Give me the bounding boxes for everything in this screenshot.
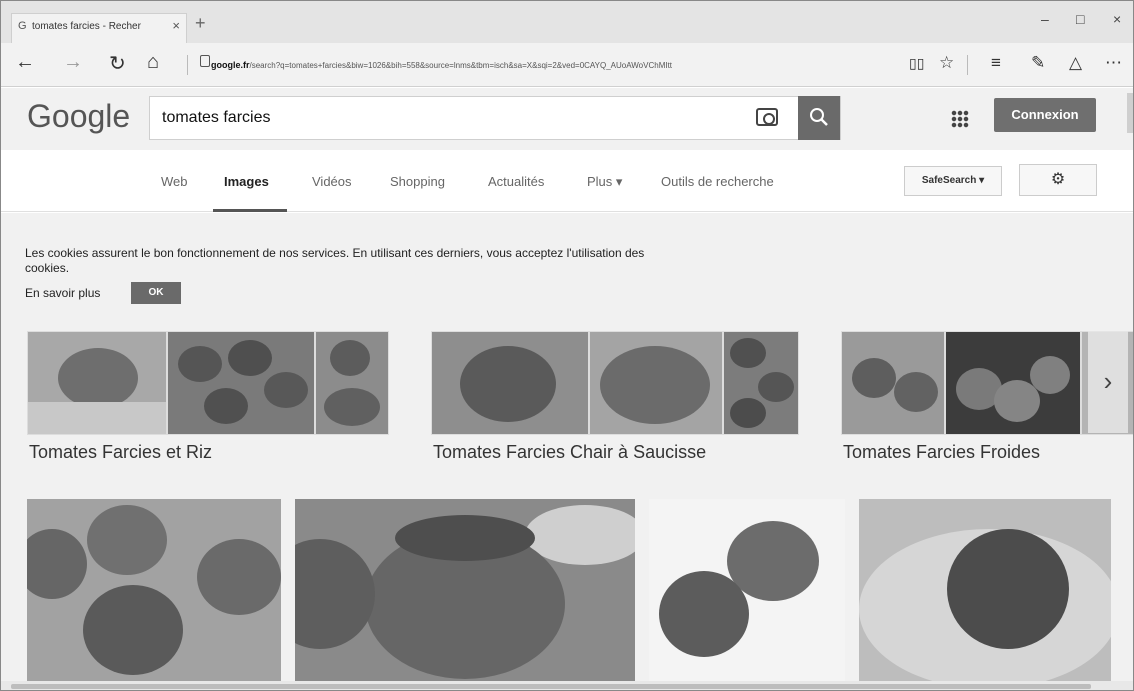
cookie-more-link[interactable]: En savoir plus: [25, 286, 100, 300]
tab-web[interactable]: Web: [161, 174, 188, 189]
browser-tab[interactable]: G tomates farcies - Recher ×: [11, 13, 187, 43]
connexion-button[interactable]: Connexion: [994, 98, 1096, 132]
image-result[interactable]: [295, 499, 635, 681]
thumbnail[interactable]: [841, 331, 945, 435]
active-tab-indicator: [213, 209, 287, 212]
favorite-star-icon[interactable]: ☆: [939, 53, 954, 73]
scrollbar-thumb[interactable]: [11, 684, 1091, 689]
tab-actualites[interactable]: Actualités: [488, 174, 544, 189]
cookie-ok-button[interactable]: OK: [131, 282, 181, 304]
tab-shopping[interactable]: Shopping: [390, 174, 445, 189]
search-input[interactable]: tomates farcies: [149, 96, 841, 140]
tab-images[interactable]: Images: [224, 174, 269, 189]
close-window-icon[interactable]: ×: [1113, 11, 1121, 27]
web-note-icon[interactable]: ✎: [1031, 53, 1045, 73]
new-tab-icon[interactable]: +: [195, 13, 206, 34]
magnifier-icon: [810, 108, 828, 126]
tab-title: tomates farcies - Recher: [32, 21, 141, 32]
divider: [187, 55, 188, 75]
thumbnail[interactable]: [723, 331, 799, 435]
thumbnail[interactable]: [27, 331, 167, 435]
back-icon[interactable]: ←: [15, 51, 35, 74]
maximize-icon[interactable]: □: [1076, 11, 1084, 27]
cookie-notice: Les cookies assurent le bon fonctionneme…: [25, 246, 645, 275]
thumbnail[interactable]: [315, 331, 389, 435]
horizontal-scrollbar[interactable]: [1, 681, 1133, 690]
share-icon[interactable]: △: [1069, 53, 1082, 73]
related-label[interactable]: Tomates Farcies Chair à Saucisse: [433, 442, 706, 463]
lock-icon: [200, 55, 210, 67]
related-label[interactable]: Tomates Farcies Froides: [843, 442, 1040, 463]
refresh-icon[interactable]: ↻: [109, 51, 126, 76]
google-header: Google tomates farcies Connexion: [1, 88, 1133, 150]
gear-icon: ⚙: [1050, 171, 1066, 188]
google-favicon-icon: G: [18, 20, 27, 32]
url-path: /search?q=tomates+farcies&biw=1026&bih=5…: [249, 61, 673, 70]
image-result[interactable]: [649, 499, 845, 681]
home-icon[interactable]: ⌂: [147, 51, 159, 74]
results-area: Les cookies assurent le bon fonctionneme…: [1, 213, 1133, 690]
related-label[interactable]: Tomates Farcies et Riz: [29, 442, 212, 463]
search-tabs: Web Images Vidéos Shopping Actualités Pl…: [1, 150, 1133, 212]
minimize-icon[interactable]: –: [1041, 11, 1049, 27]
thumbnail[interactable]: [167, 331, 315, 435]
chevron-right-icon[interactable]: ›: [1088, 331, 1128, 433]
google-logo[interactable]: Google: [27, 98, 130, 135]
apps-grid-icon[interactable]: [951, 110, 969, 128]
tab-close-icon[interactable]: ×: [172, 18, 180, 33]
settings-button[interactable]: ⚙: [1019, 164, 1097, 196]
hub-icon[interactable]: ≡: [991, 53, 1001, 73]
url-field[interactable]: google.fr/search?q=tomates+farcies&biw=1…: [211, 53, 907, 77]
image-result[interactable]: [859, 499, 1111, 681]
tab-videos[interactable]: Vidéos: [312, 174, 352, 189]
more-icon[interactable]: ⋯: [1105, 53, 1122, 73]
vertical-scrollbar[interactable]: [1127, 93, 1133, 133]
thumbnail[interactable]: [945, 331, 1081, 435]
search-query: tomates farcies: [162, 109, 271, 126]
safesearch-dropdown[interactable]: SafeSearch ▾: [904, 166, 1002, 196]
thumbnail[interactable]: [589, 331, 723, 435]
search-button[interactable]: [798, 96, 840, 140]
thumbnail[interactable]: [431, 331, 589, 435]
tab-outils[interactable]: Outils de recherche: [661, 174, 774, 189]
forward-icon[interactable]: →: [63, 51, 83, 74]
image-result[interactable]: [27, 499, 281, 681]
tab-plus[interactable]: Plus ▾: [587, 174, 622, 190]
camera-icon[interactable]: [756, 108, 778, 126]
url-domain: google.fr: [211, 60, 250, 70]
browser-window: G tomates farcies - Recher × + – □ × ← →…: [0, 0, 1134, 691]
reading-view-icon[interactable]: ▯▯: [909, 55, 924, 72]
title-bar: G tomates farcies - Recher × + – □ ×: [1, 1, 1133, 43]
divider: [967, 55, 968, 75]
address-bar: ← → ↻ ⌂ google.fr/search?q=tomates+farci…: [1, 43, 1133, 87]
